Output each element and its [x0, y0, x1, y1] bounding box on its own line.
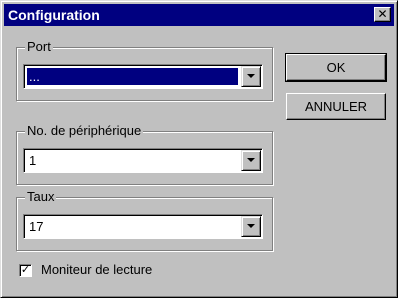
rate-group: Taux 17 [16, 189, 273, 251]
configuration-dialog: Configuration ✕ Port ... No. de périphér… [0, 0, 398, 298]
playback-monitor-label[interactable]: Moniteur de lecture [41, 262, 152, 278]
chevron-down-icon [247, 74, 255, 78]
chevron-down-icon [247, 158, 255, 162]
rate-value: 17 [29, 219, 44, 234]
chevron-down-icon [247, 224, 255, 228]
rate-group-label: Taux [25, 189, 57, 205]
device-number-combobox[interactable]: 1 [23, 148, 263, 173]
device-number-value: 1 [29, 153, 37, 168]
close-icon: ✕ [377, 7, 388, 21]
port-combobox[interactable]: ... [23, 64, 263, 89]
device-number-dropdown-button[interactable] [241, 150, 261, 171]
port-group-label: Port [25, 39, 53, 55]
close-button[interactable]: ✕ [374, 7, 391, 22]
checkmark-icon: ✓ [20, 264, 31, 276]
cancel-button[interactable]: ANNULER [286, 93, 386, 120]
port-selected-value: ... [27, 68, 238, 85]
window-title: Configuration [8, 7, 100, 23]
device-number-group-label: No. de périphérique [25, 123, 144, 139]
port-group: Port ... [16, 39, 273, 101]
port-dropdown-button[interactable] [241, 66, 261, 87]
ok-button[interactable]: OK [285, 53, 387, 82]
rate-combobox[interactable]: 17 [23, 214, 263, 239]
playback-monitor-checkbox[interactable]: ✓ [19, 264, 32, 277]
rate-dropdown-button[interactable] [241, 216, 261, 237]
device-number-group: No. de périphérique 1 [16, 123, 273, 185]
title-bar[interactable]: Configuration ✕ [4, 4, 394, 26]
